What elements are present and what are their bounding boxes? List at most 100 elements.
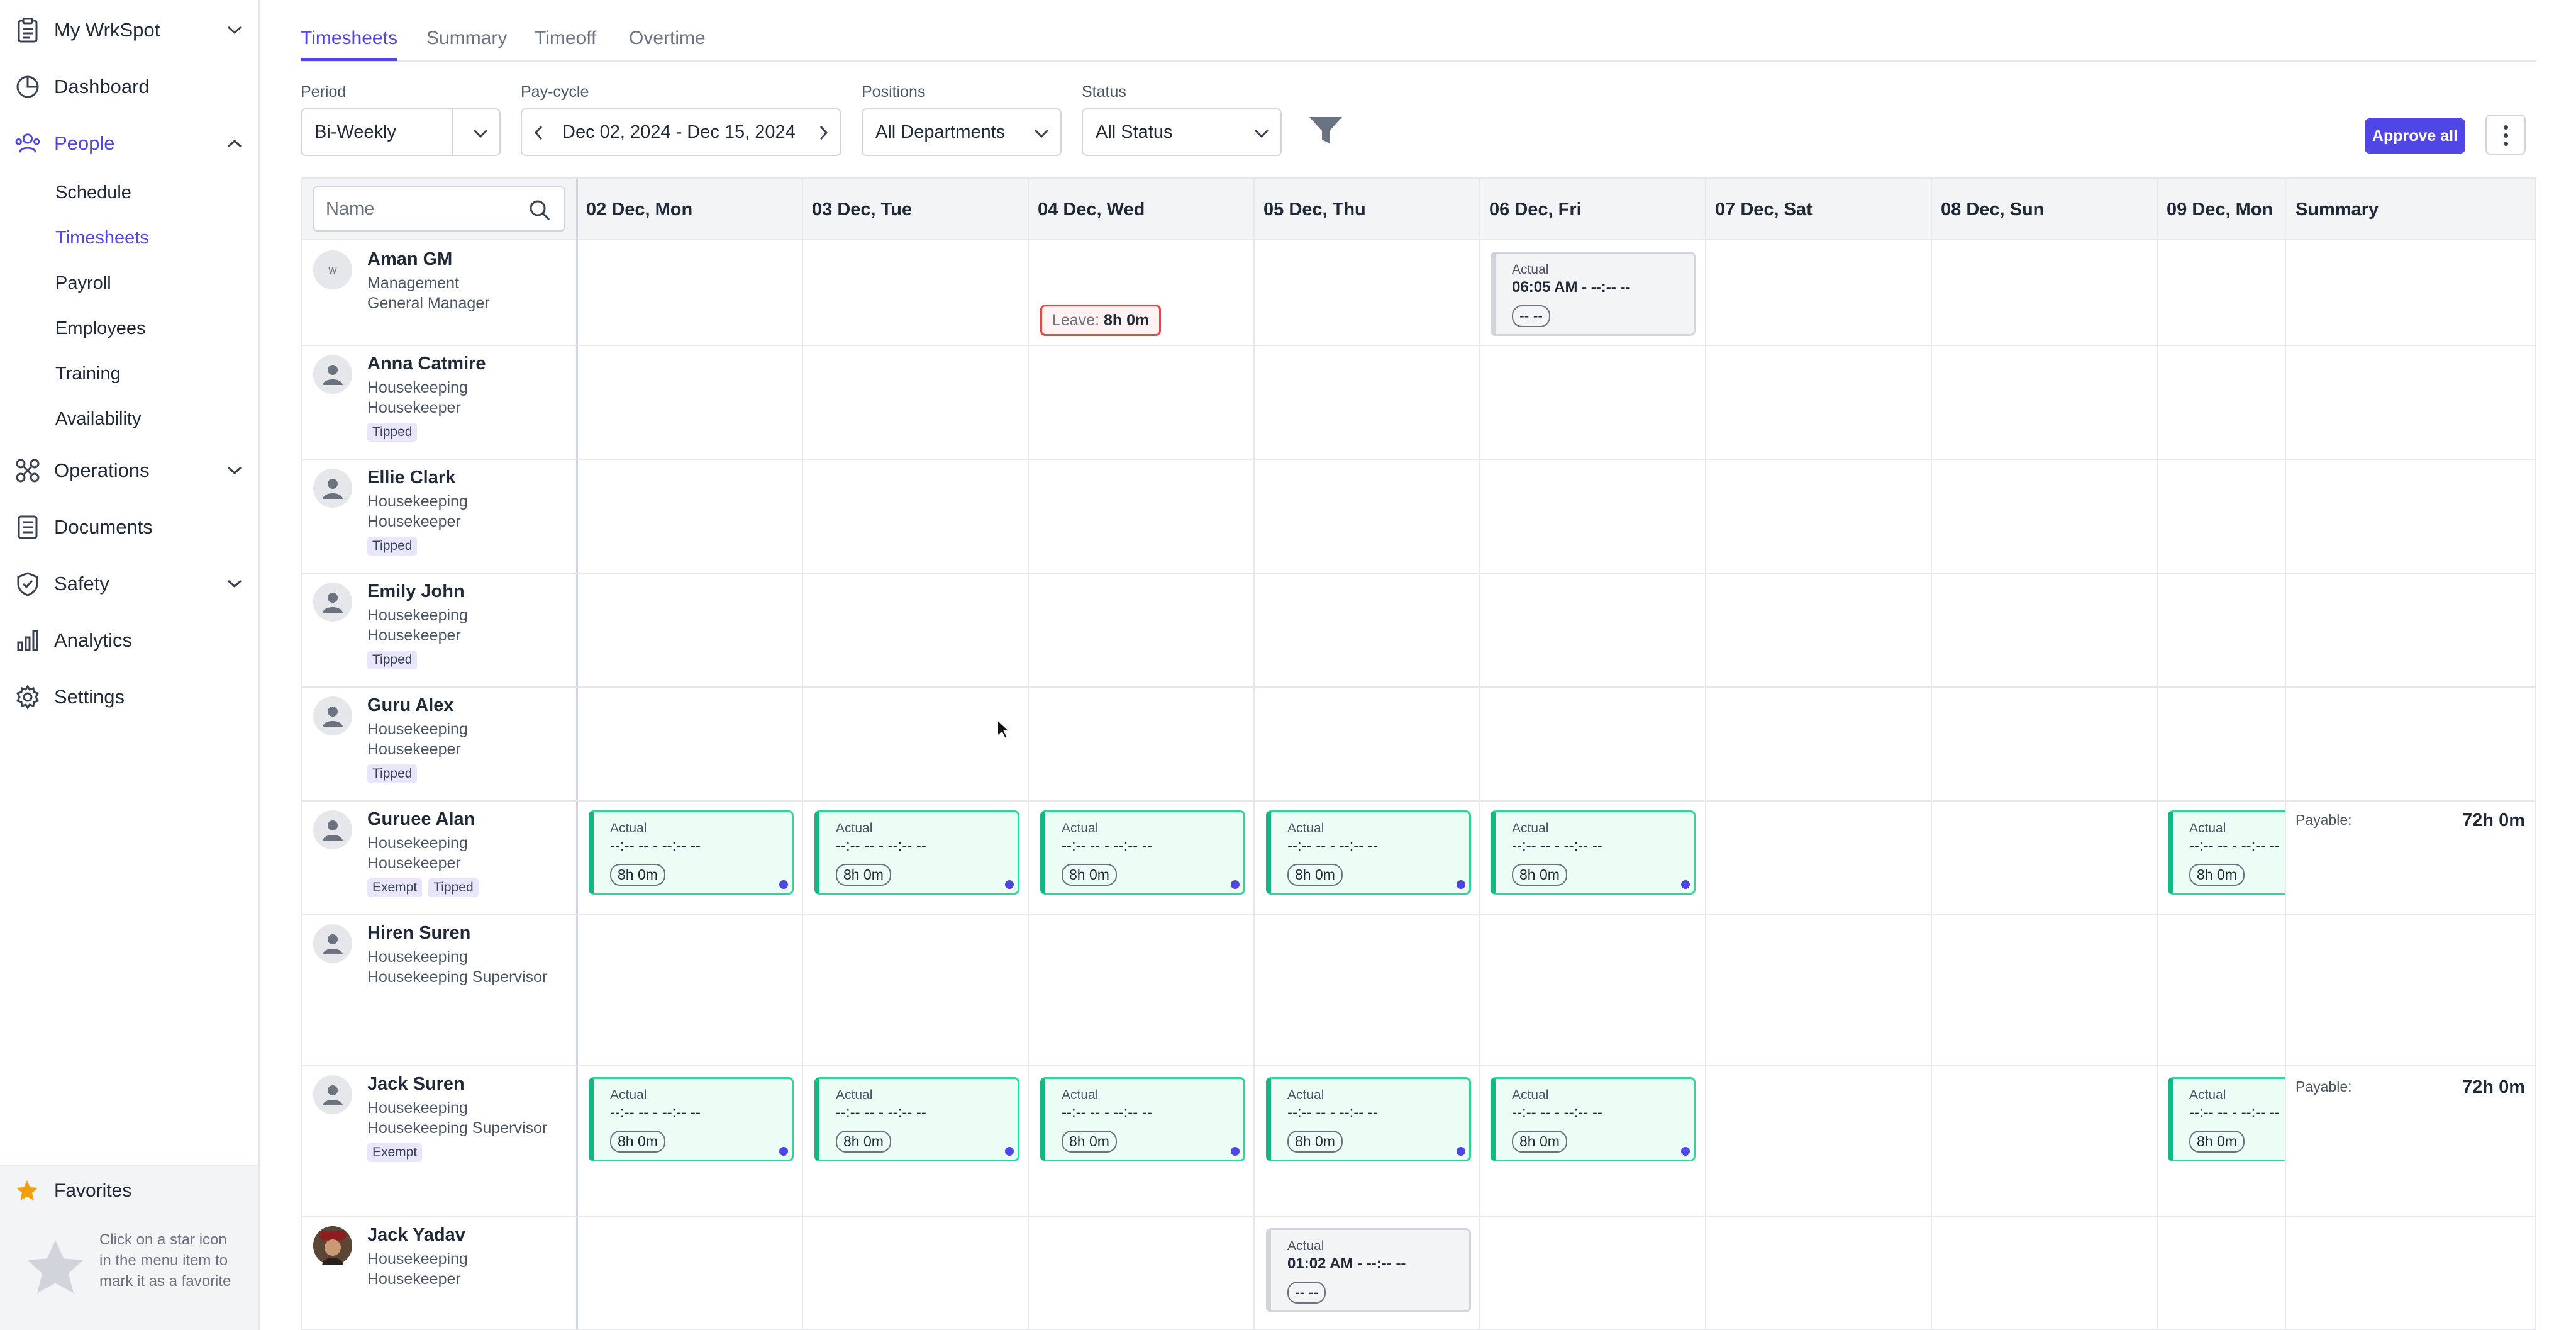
employee-department: Housekeeping: [367, 1099, 468, 1117]
sidebar-item-analytics[interactable]: Analytics: [0, 615, 258, 666]
filter-icon[interactable]: [1308, 116, 1343, 146]
sidebar-item-settings[interactable]: Settings: [0, 672, 258, 722]
status-select[interactable]: All Status: [1082, 108, 1282, 156]
sidebar-item-safety[interactable]: Safety: [0, 559, 258, 609]
chevron-right-icon[interactable]: [816, 123, 830, 147]
tab-summary[interactable]: Summary: [426, 28, 507, 49]
documents-icon: [15, 515, 40, 540]
name-search-input[interactable]: [326, 196, 514, 221]
period-label: Period: [301, 83, 347, 101]
shift-card[interactable]: Actual --:-- -- - --:-- -- 8h 0m: [1040, 810, 1245, 895]
more-options-button[interactable]: [2485, 115, 2526, 155]
shift-card[interactable]: Actual --:-- -- - --:-- -- 8h 0m: [814, 810, 1019, 895]
avatar-placeholder-icon: [313, 810, 352, 849]
chevron-down-icon: [1252, 123, 1272, 143]
sidebar-item-operations[interactable]: Operations: [0, 445, 258, 496]
employee-position: General Manager: [367, 294, 490, 312]
tab-timeoff[interactable]: Timeoff: [535, 28, 596, 49]
shift-card[interactable]: Actual --:-- -- - --:-- -- 8h 0m: [1266, 1077, 1471, 1161]
employee-name: Guruee Alan: [367, 809, 475, 829]
sidebar-subitem-availability[interactable]: Availability: [55, 409, 141, 430]
shift-card[interactable]: Actual --:-- -- - --:-- -- 8h 0m: [1040, 1077, 1245, 1161]
shift-time: --:-- -- - --:-- --: [1062, 837, 1152, 854]
sidebar-item-label: Analytics: [54, 629, 133, 651]
tab-timesheets[interactable]: Timesheets: [301, 28, 397, 49]
sidebar-subitem-payroll[interactable]: Payroll: [55, 273, 111, 294]
sidebar-item-documents[interactable]: Documents: [0, 502, 258, 552]
day-header: 06 Dec, Fri: [1489, 199, 1582, 220]
employee-position: Housekeeper: [367, 627, 461, 644]
shift-card[interactable]: Actual 01:02 AM - --:-- -- -- --: [1266, 1228, 1471, 1312]
row-divider: [302, 573, 2535, 574]
tab-overtime[interactable]: Overtime: [629, 28, 706, 49]
row-divider: [302, 1065, 2535, 1066]
people-icon: [15, 131, 40, 156]
leave-value: 8h 0m: [1104, 311, 1150, 329]
employee-department: Housekeeping: [367, 948, 468, 966]
analytics-icon: [15, 628, 40, 653]
chevron-up-icon: [225, 134, 244, 153]
operations-icon: [15, 458, 40, 483]
shift-card[interactable]: Actual 06:05 AM - --:-- -- -- --: [1491, 252, 1696, 336]
shift-time: --:-- -- - --:-- --: [1062, 1104, 1152, 1121]
search-icon[interactable]: [528, 199, 551, 225]
shift-card[interactable]: Actual --:-- -- - --:-- -- 8h 0m: [814, 1077, 1019, 1161]
sidebar-subitem-employees[interactable]: Employees: [55, 318, 145, 339]
day-header: 02 Dec, Mon: [586, 199, 693, 220]
actual-label: Actual: [1512, 1088, 1549, 1102]
tipped-badge: Tipped: [367, 423, 418, 442]
period-select[interactable]: Bi-Weekly: [301, 108, 501, 156]
shift-duration: 8h 0m: [1062, 864, 1117, 886]
shift-time: 06:05 AM - --:-- --: [1512, 279, 1631, 296]
positions-select[interactable]: All Departments: [862, 108, 1062, 156]
column-divider: [1028, 179, 1029, 1329]
shift-card[interactable]: Actual --:-- -- - --:-- -- 8h 0m: [2168, 1077, 2285, 1161]
avatar-placeholder-icon: [313, 924, 352, 963]
actual-label: Actual: [836, 821, 873, 835]
avatar: w: [313, 250, 352, 289]
sidebar-item-dashboard[interactable]: Dashboard: [0, 62, 258, 112]
shift-card[interactable]: Actual --:-- -- - --:-- -- 8h 0m: [1491, 810, 1696, 895]
employee-name: Guru Alex: [367, 695, 454, 715]
row-divider: [302, 459, 2535, 460]
avatar-placeholder-icon: [313, 583, 352, 622]
paycycle-label: Pay-cycle: [521, 83, 589, 101]
actual-label: Actual: [1512, 262, 1549, 277]
approve-all-button[interactable]: Approve all: [2365, 118, 2465, 154]
sidebar-subitem-schedule[interactable]: Schedule: [55, 182, 131, 203]
actual-label: Actual: [2189, 821, 2226, 835]
row-divider: [302, 1216, 2535, 1217]
period-value: Bi-Weekly: [314, 122, 396, 142]
actual-label: Actual: [2189, 1088, 2226, 1102]
row-divider: [302, 345, 2535, 346]
column-divider: [2157, 179, 2158, 1329]
shift-time: --:-- -- - --:-- --: [1512, 837, 1602, 854]
sidebar-item-people[interactable]: People: [0, 118, 258, 169]
shift-card[interactable]: Actual --:-- -- - --:-- -- 8h 0m: [589, 810, 794, 895]
shift-time: --:-- -- - --:-- --: [610, 1104, 701, 1121]
avatar-initial: w: [328, 263, 337, 276]
paycycle-value: Dec 02, 2024 - Dec 15, 2024: [562, 122, 796, 142]
employee-position: Housekeeper: [367, 854, 461, 872]
star-icon: [15, 1179, 39, 1206]
shift-duration: 8h 0m: [1287, 864, 1343, 886]
leave-badge[interactable]: Leave: 8h 0m: [1040, 305, 1162, 336]
favorites-header[interactable]: Favorites: [0, 1165, 258, 1215]
sidebar-subitem-training[interactable]: Training: [55, 364, 121, 384]
status-dot: [1457, 880, 1465, 889]
employee-position: Housekeeping Supervisor: [367, 1119, 548, 1137]
shift-card[interactable]: Actual --:-- -- - --:-- -- 8h 0m: [1491, 1077, 1696, 1161]
shift-card[interactable]: Actual --:-- -- - --:-- -- 8h 0m: [2168, 810, 2285, 895]
shift-card[interactable]: Actual --:-- -- - --:-- -- 8h 0m: [589, 1077, 794, 1161]
actual-label: Actual: [836, 1088, 873, 1102]
workspace-switcher[interactable]: My WrkSpot: [0, 5, 258, 55]
shift-card[interactable]: Actual --:-- -- - --:-- -- 8h 0m: [1266, 810, 1471, 895]
employee-name: Emily John: [367, 581, 465, 601]
employee-position: Housekeeper: [367, 1270, 461, 1288]
chevron-left-icon[interactable]: [532, 123, 546, 147]
status-dot: [779, 880, 788, 889]
sidebar-item-label: Documents: [54, 516, 153, 538]
positions-label: Positions: [862, 83, 926, 101]
sidebar-subitem-timesheets[interactable]: Timesheets: [55, 228, 149, 249]
sidebar-item-label: Operations: [54, 459, 150, 481]
